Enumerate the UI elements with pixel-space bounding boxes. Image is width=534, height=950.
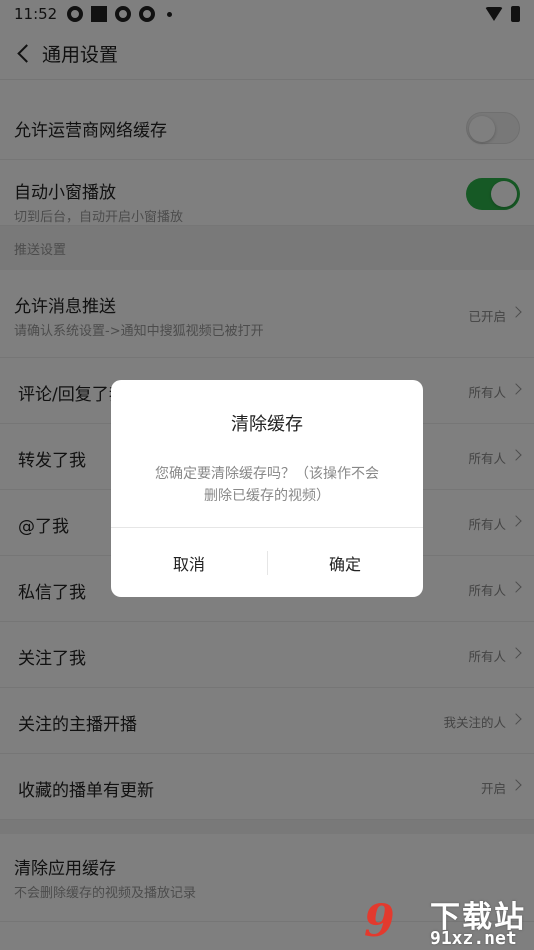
clear-cache-dialog: 清除缓存 您确定要清除缓存吗？（该操作不会删除已缓存的视频） 取消 确定: [111, 380, 423, 597]
site-watermark: 9 下载站 91xz.net: [364, 890, 534, 950]
dialog-title: 清除缓存: [231, 414, 303, 435]
dialog-message: 您确定要清除缓存吗？（该操作不会删除已缓存的视频）: [155, 466, 379, 504]
confirm-button[interactable]: 确定: [267, 528, 423, 597]
cancel-button[interactable]: 取消: [111, 528, 267, 597]
watermark-url: 91xz.net: [430, 928, 517, 949]
settings-screen: 11:52 通用设置 允许运营商网络缓存 自动小窗播放 切到后台，自动开启小窗播…: [0, 0, 534, 950]
watermark-logo: 9: [364, 896, 395, 947]
